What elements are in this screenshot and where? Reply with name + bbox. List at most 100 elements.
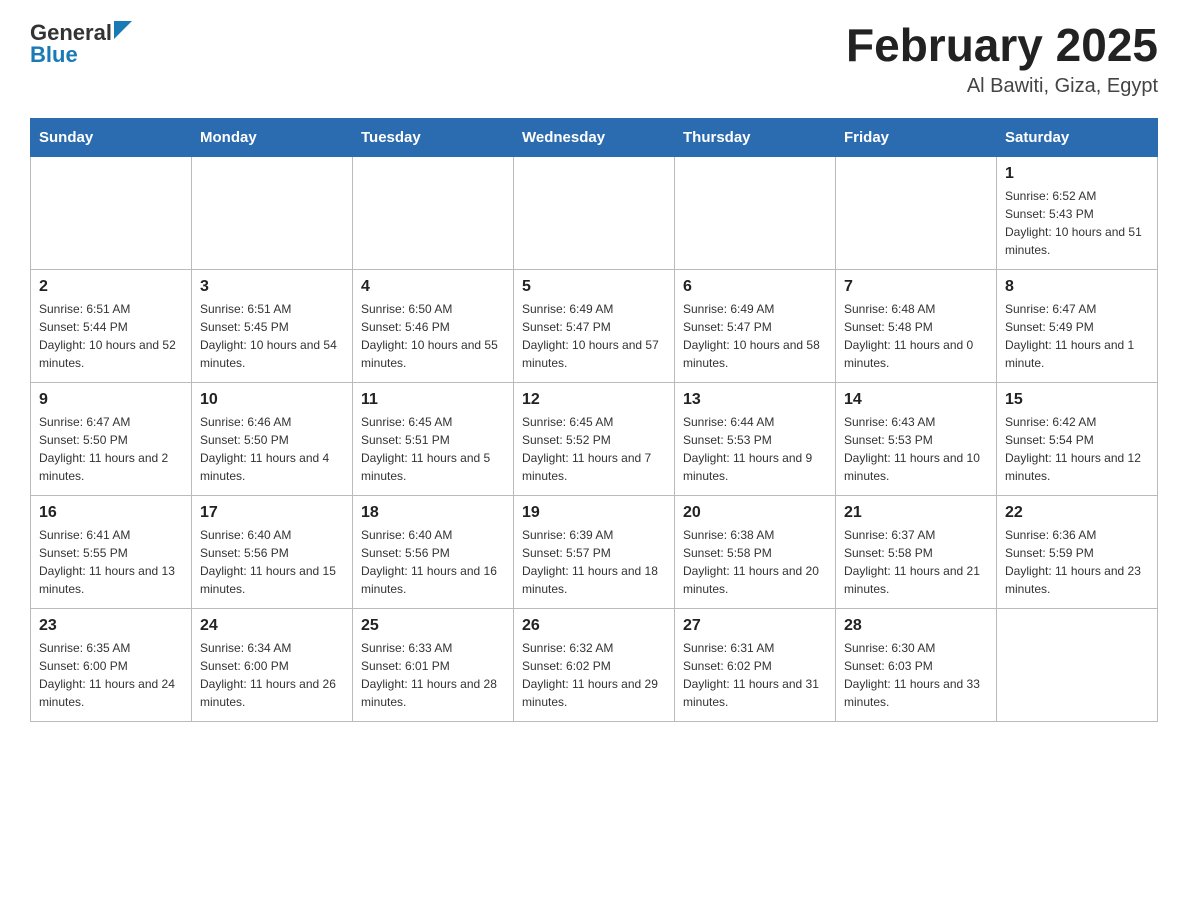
day-number: 6: [683, 278, 827, 296]
title-block: February 2025 Al Bawiti, Giza, Egypt: [846, 20, 1158, 98]
page-header: General Blue February 2025 Al Bawiti, Gi…: [30, 20, 1158, 98]
calendar-cell: [192, 156, 353, 269]
calendar-cell: 28Sunrise: 6:30 AMSunset: 6:03 PMDayligh…: [836, 608, 997, 721]
calendar-cell: [836, 156, 997, 269]
calendar-week-row: 23 Sunrise: 6:35 AMSunset: 6:00 PMDayligh…: [31, 608, 1158, 721]
weekday-header-friday: Friday: [836, 118, 997, 156]
calendar-week-row: 2 Sunrise: 6:51 AMSunset: 5:44 PMDaylight…: [31, 269, 1158, 382]
logo-triangle-icon: [114, 21, 132, 39]
calendar-header-row: SundayMondayTuesdayWednesdayThursdayFrid…: [31, 118, 1158, 156]
month-title: February 2025: [846, 20, 1158, 71]
day-number: 15: [1005, 391, 1149, 409]
day-info: Sunrise: 6:34 AMSunset: 6:00 PMDaylight:…: [200, 639, 344, 711]
weekday-header-sunday: Sunday: [31, 118, 192, 156]
day-number: 17: [200, 504, 344, 522]
calendar-cell: 10Sunrise: 6:46 AMSunset: 5:50 PMDayligh…: [192, 382, 353, 495]
day-info: Sunrise: 6:49 AMSunset: 5:47 PMDaylight:…: [683, 300, 827, 372]
calendar-cell: 22Sunrise: 6:36 AMSunset: 5:59 PMDayligh…: [997, 495, 1158, 608]
calendar-cell: 7 Sunrise: 6:48 AMSunset: 5:48 PMDaylight…: [836, 269, 997, 382]
day-number: 5: [522, 278, 666, 296]
calendar-cell: 6 Sunrise: 6:49 AMSunset: 5:47 PMDaylight…: [675, 269, 836, 382]
day-number: 10: [200, 391, 344, 409]
day-number: 23: [39, 617, 183, 635]
calendar-cell: 14Sunrise: 6:43 AMSunset: 5:53 PMDayligh…: [836, 382, 997, 495]
day-info: Sunrise: 6:51 AMSunset: 5:44 PMDaylight:…: [39, 300, 183, 372]
weekday-header-monday: Monday: [192, 118, 353, 156]
calendar-cell: 25 Sunrise: 6:33 AMSunset: 6:01 PMDayligh…: [353, 608, 514, 721]
calendar-cell: 18 Sunrise: 6:40 AMSunset: 5:56 PMDayligh…: [353, 495, 514, 608]
day-number: 1: [1005, 165, 1149, 183]
day-number: 21: [844, 504, 988, 522]
weekday-header-tuesday: Tuesday: [353, 118, 514, 156]
day-number: 8: [1005, 278, 1149, 296]
day-info: Sunrise: 6:32 AMSunset: 6:02 PMDaylight:…: [522, 639, 666, 711]
calendar-cell: 27 Sunrise: 6:31 AMSunset: 6:02 PMDayligh…: [675, 608, 836, 721]
day-info: Sunrise: 6:37 AMSunset: 5:58 PMDaylight:…: [844, 526, 988, 598]
day-number: 14: [844, 391, 988, 409]
day-number: 19: [522, 504, 666, 522]
day-info: Sunrise: 6:33 AMSunset: 6:01 PMDaylight:…: [361, 639, 505, 711]
calendar-cell: [997, 608, 1158, 721]
calendar-cell: 1 Sunrise: 6:52 AMSunset: 5:43 PMDaylight…: [997, 156, 1158, 269]
calendar-cell: 19 Sunrise: 6:39 AMSunset: 5:57 PMDayligh…: [514, 495, 675, 608]
calendar-cell: 26 Sunrise: 6:32 AMSunset: 6:02 PMDayligh…: [514, 608, 675, 721]
day-number: 20: [683, 504, 827, 522]
day-info: Sunrise: 6:50 AMSunset: 5:46 PMDaylight:…: [361, 300, 505, 372]
day-number: 18: [361, 504, 505, 522]
day-number: 7: [844, 278, 988, 296]
day-number: 3: [200, 278, 344, 296]
weekday-header-saturday: Saturday: [997, 118, 1158, 156]
day-info: Sunrise: 6:45 AMSunset: 5:51 PMDaylight:…: [361, 413, 505, 485]
day-info: Sunrise: 6:47 AMSunset: 5:50 PMDaylight:…: [39, 413, 183, 485]
day-number: 16: [39, 504, 183, 522]
day-info: Sunrise: 6:31 AMSunset: 6:02 PMDaylight:…: [683, 639, 827, 711]
day-number: 9: [39, 391, 183, 409]
calendar-cell: 5 Sunrise: 6:49 AMSunset: 5:47 PMDaylight…: [514, 269, 675, 382]
day-info: Sunrise: 6:45 AMSunset: 5:52 PMDaylight:…: [522, 413, 666, 485]
day-number: 25: [361, 617, 505, 635]
calendar-cell: 17 Sunrise: 6:40 AMSunset: 5:56 PMDayligh…: [192, 495, 353, 608]
calendar-week-row: 16Sunrise: 6:41 AMSunset: 5:55 PMDayligh…: [31, 495, 1158, 608]
calendar-cell: 12 Sunrise: 6:45 AMSunset: 5:52 PMDayligh…: [514, 382, 675, 495]
calendar-cell: 2 Sunrise: 6:51 AMSunset: 5:44 PMDaylight…: [31, 269, 192, 382]
day-number: 12: [522, 391, 666, 409]
weekday-header-thursday: Thursday: [675, 118, 836, 156]
calendar-cell: 3 Sunrise: 6:51 AMSunset: 5:45 PMDaylight…: [192, 269, 353, 382]
calendar-cell: 21 Sunrise: 6:37 AMSunset: 5:58 PMDayligh…: [836, 495, 997, 608]
day-info: Sunrise: 6:40 AMSunset: 5:56 PMDaylight:…: [200, 526, 344, 598]
calendar-cell: [353, 156, 514, 269]
day-info: Sunrise: 6:49 AMSunset: 5:47 PMDaylight:…: [522, 300, 666, 372]
day-info: Sunrise: 6:44 AMSunset: 5:53 PMDaylight:…: [683, 413, 827, 485]
logo-blue-text: Blue: [30, 42, 132, 68]
day-number: 13: [683, 391, 827, 409]
weekday-header-wednesday: Wednesday: [514, 118, 675, 156]
day-number: 11: [361, 391, 505, 409]
day-info: Sunrise: 6:36 AMSunset: 5:59 PMDaylight:…: [1005, 526, 1149, 598]
day-number: 2: [39, 278, 183, 296]
day-info: Sunrise: 6:48 AMSunset: 5:48 PMDaylight:…: [844, 300, 988, 372]
day-info: Sunrise: 6:52 AMSunset: 5:43 PMDaylight:…: [1005, 187, 1149, 259]
logo: General Blue: [30, 20, 132, 68]
calendar-cell: 15Sunrise: 6:42 AMSunset: 5:54 PMDayligh…: [997, 382, 1158, 495]
day-number: 27: [683, 617, 827, 635]
day-number: 28: [844, 617, 988, 635]
calendar-cell: 20 Sunrise: 6:38 AMSunset: 5:58 PMDayligh…: [675, 495, 836, 608]
day-info: Sunrise: 6:40 AMSunset: 5:56 PMDaylight:…: [361, 526, 505, 598]
calendar-cell: 13 Sunrise: 6:44 AMSunset: 5:53 PMDayligh…: [675, 382, 836, 495]
day-info: Sunrise: 6:39 AMSunset: 5:57 PMDaylight:…: [522, 526, 666, 598]
calendar-cell: 4 Sunrise: 6:50 AMSunset: 5:46 PMDaylight…: [353, 269, 514, 382]
calendar-cell: [675, 156, 836, 269]
location-title: Al Bawiti, Giza, Egypt: [846, 75, 1158, 98]
calendar-table: SundayMondayTuesdayWednesdayThursdayFrid…: [30, 118, 1158, 722]
day-info: Sunrise: 6:47 AMSunset: 5:49 PMDaylight:…: [1005, 300, 1149, 372]
day-number: 4: [361, 278, 505, 296]
calendar-cell: [31, 156, 192, 269]
calendar-cell: 9 Sunrise: 6:47 AMSunset: 5:50 PMDaylight…: [31, 382, 192, 495]
day-info: Sunrise: 6:51 AMSunset: 5:45 PMDaylight:…: [200, 300, 344, 372]
day-number: 24: [200, 617, 344, 635]
calendar-cell: 24 Sunrise: 6:34 AMSunset: 6:00 PMDayligh…: [192, 608, 353, 721]
calendar-cell: 8 Sunrise: 6:47 AMSunset: 5:49 PMDaylight…: [997, 269, 1158, 382]
day-number: 26: [522, 617, 666, 635]
day-info: Sunrise: 6:38 AMSunset: 5:58 PMDaylight:…: [683, 526, 827, 598]
day-info: Sunrise: 6:35 AMSunset: 6:00 PMDaylight:…: [39, 639, 183, 711]
